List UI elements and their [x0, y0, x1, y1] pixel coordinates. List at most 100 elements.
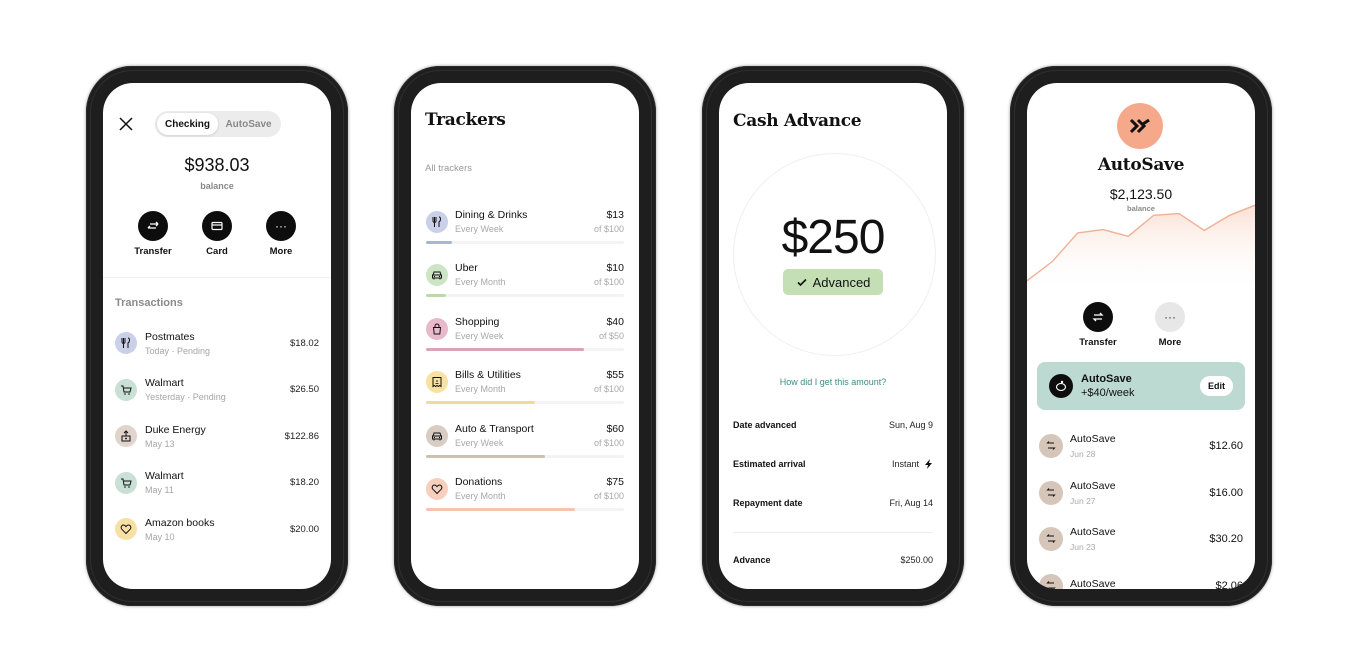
tracker-row[interactable]: Shopping Every Week $40 of $50 [426, 313, 624, 366]
transaction-name: AutoSave [1070, 526, 1116, 539]
phone-cash-advance: Cash Advance $250 Advanced How did I get… [702, 66, 964, 606]
transfer-icon [1039, 527, 1063, 552]
divider [103, 277, 331, 278]
car-icon [426, 424, 448, 447]
tracker-name: Shopping [455, 315, 500, 328]
tab-autosave[interactable]: AutoSave [218, 113, 279, 135]
tracker-progress-fill [426, 507, 575, 511]
close-icon[interactable] [117, 115, 135, 133]
tracker-progress-fill [426, 294, 446, 298]
receipt-icon [426, 371, 448, 394]
tab-checking[interactable]: Checking [157, 113, 218, 135]
transaction-amount: $12.60 [1209, 440, 1243, 453]
phone-trackers: Trackers All trackers Dining & Drinks Ev… [394, 66, 656, 606]
more-button[interactable]: ··· More [1145, 302, 1195, 348]
summary-key: Advance [733, 555, 771, 565]
autosave-plan-card[interactable]: AutoSave +$40/week Edit [1037, 362, 1245, 410]
transaction-date: Jun 27 [1070, 495, 1096, 506]
autosave-transaction-row[interactable]: AutoSave Jun 23 $30.20 [1039, 516, 1243, 563]
autosave-screen: AutoSave $2,123.50 balance Transfer ··· … [1027, 83, 1255, 589]
edit-button[interactable]: Edit [1200, 376, 1233, 396]
transaction-amount: $20.00 [289, 523, 319, 535]
more-button[interactable]: ··· More [256, 211, 306, 257]
transaction-name: Postmates [145, 330, 195, 343]
tracker-spent: $40 [606, 315, 624, 328]
transaction-sub: May 10 [145, 531, 175, 542]
tracker-list: Dining & Drinks Every Week $13 of $100 U… [426, 206, 624, 526]
more-label: More [1158, 337, 1182, 348]
card-icon [202, 211, 232, 241]
tracker-period: Every Week [455, 437, 504, 448]
autosave-transaction-row[interactable]: AutoSave Jun 27 $16.00 [1039, 470, 1243, 517]
transaction-row[interactable]: Walmart Yesterday · Pending $26.50 [115, 367, 319, 414]
tracker-period: Every Week [455, 224, 504, 234]
transaction-row[interactable]: Walmart May 11 $18.20 [115, 460, 319, 507]
page-title: Trackers [425, 110, 506, 130]
tracker-name: Bills & Utilities [455, 369, 521, 382]
tracker-row[interactable]: Bills & Utilities Every Month $55 of $10… [426, 366, 624, 419]
checking-balance: $938.03 [184, 155, 250, 175]
summary-value: $250.00 [900, 555, 933, 565]
tracker-spent: $75 [606, 475, 624, 488]
tracker-progress-bar [426, 241, 624, 244]
tracker-progress-fill [426, 454, 545, 458]
transaction-sub: Yesterday · Pending [145, 392, 226, 403]
transactions-list: Postmates Today · Pending $18.02 Walmart Y… [115, 320, 319, 553]
autosave-logo-icon [1117, 103, 1163, 149]
tracker-limit: of $100 [593, 490, 624, 501]
phone-autosave: AutoSave $2,123.50 balance Transfer ··· … [1010, 66, 1272, 606]
tracker-row[interactable]: Dining & Drinks Every Week $13 of $100 [426, 206, 624, 259]
tracker-spent: $55 [606, 369, 624, 382]
fork-knife-icon [426, 211, 448, 233]
trend-area [1027, 205, 1255, 293]
transaction-sub: May 13 [145, 438, 175, 449]
detail-value: Instant [892, 459, 933, 469]
plan-title: AutoSave [1081, 373, 1132, 385]
transaction-row[interactable]: Duke Energy May 13 $122.86 [115, 413, 319, 460]
tracker-row[interactable]: Uber Every Month $10 of $100 [426, 259, 624, 312]
status-badge: Advanced [783, 269, 883, 295]
transaction-amount: $26.50 [289, 384, 319, 396]
detail-value-text: Instant [891, 459, 919, 469]
autosave-transaction-row[interactable]: AutoSave $2.06 [1039, 563, 1243, 589]
transactions-heading: Transactions [115, 297, 183, 309]
account-segmented-control: Checking AutoSave [155, 111, 281, 137]
transfer-icon [1083, 302, 1113, 332]
more-label: More [269, 246, 293, 257]
checking-screen: Checking AutoSave $938.03 balance Transf… [103, 83, 331, 589]
transaction-date: Jun 28 [1070, 449, 1096, 460]
transfer-button[interactable]: Transfer [128, 211, 178, 257]
tracker-progress-bar [426, 401, 624, 405]
transaction-name: Walmart [145, 377, 184, 390]
tracker-row[interactable]: Auto & Transport Every Week $60 of $100 [426, 420, 624, 473]
tracker-name: Uber [455, 262, 478, 275]
detail-row: Estimated arrival Instant [733, 459, 933, 469]
autosave-transaction-row[interactable]: AutoSave Jun 28 $12.60 [1039, 423, 1243, 470]
transfer-icon [1039, 480, 1063, 505]
transaction-row[interactable]: Amazon books May 10 $20.00 [115, 506, 319, 553]
checking-actions: Transfer Card ··· More [103, 211, 331, 257]
transaction-name: AutoSave [1070, 479, 1116, 492]
transfer-label: Transfer [134, 246, 172, 257]
tracker-progress-bar [426, 347, 624, 351]
more-icon: ··· [1155, 302, 1185, 332]
tracker-progress-bar [426, 294, 624, 298]
fork-knife-icon [115, 332, 137, 355]
bill-upload-icon [115, 425, 137, 448]
lightning-icon [925, 459, 932, 469]
transaction-amount: $2.06 [1215, 579, 1243, 589]
tracker-row[interactable]: Donations Every Month $75 of $100 [426, 473, 624, 526]
tracker-period: Every Week [455, 330, 504, 341]
transfer-button[interactable]: Transfer [1073, 302, 1123, 348]
transfer-label: Transfer [1079, 337, 1117, 348]
card-label: Card [206, 246, 228, 257]
card-button[interactable]: Card [192, 211, 242, 257]
detail-value: Sun, Aug 9 [888, 420, 933, 430]
heart-icon [115, 518, 137, 541]
more-icon: ··· [266, 211, 296, 241]
status-text: Advanced [812, 274, 871, 290]
transaction-row[interactable]: Postmates Today · Pending $18.02 [115, 320, 319, 367]
tracker-period: Every Month [455, 490, 506, 501]
amount-explanation-link[interactable]: How did I get this amount? [719, 377, 947, 387]
transaction-date: Jun 23 [1070, 542, 1096, 553]
